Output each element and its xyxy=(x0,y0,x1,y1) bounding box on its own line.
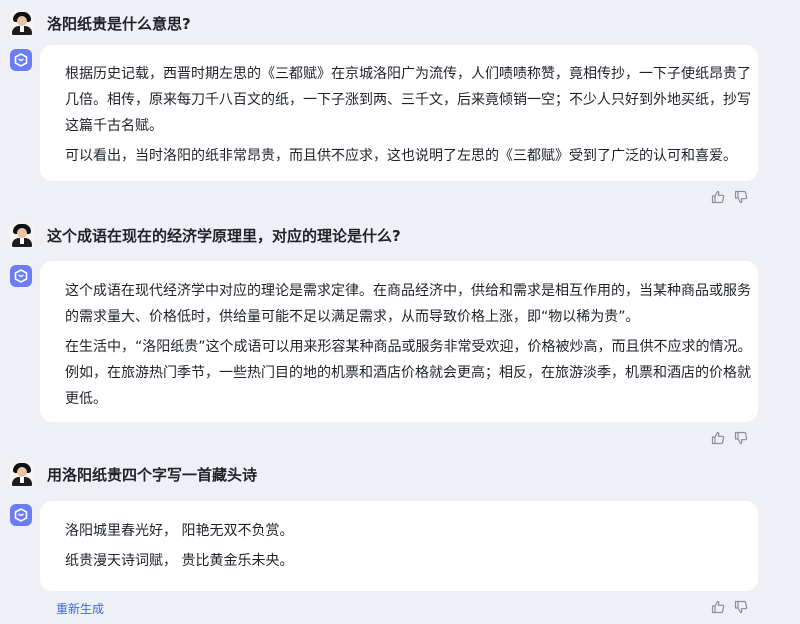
regenerate-button[interactable]: 重新生成 xyxy=(56,600,104,617)
feedback-buttons xyxy=(711,431,748,445)
question-text: 这个成语在现在的经济学原理里，对应的理论是什么? xyxy=(47,226,401,245)
question-text: 洛阳纸贵是什么意思? xyxy=(47,14,191,33)
question-row: 用洛阳纸贵四个字写一首藏头诗 xyxy=(10,461,257,487)
bot-icon xyxy=(10,265,32,287)
answer-card: 根据历史记载，西晋时期左思的《三都赋》在京城洛阳广为流传，人们啧啧称赞，竟相传抄… xyxy=(40,45,758,181)
thumb-down-icon[interactable] xyxy=(734,431,748,445)
question-text: 用洛阳纸贵四个字写一首藏头诗 xyxy=(47,465,258,484)
feedback-buttons xyxy=(711,600,748,614)
answer-line: 根据历史记载，西晋时期左思的《三都赋》在京城洛阳广为流传，人们啧啧称赞，竟相传抄… xyxy=(65,66,751,82)
poem-line: 洛阳城里春光好， 阳艳无双不负赏。 xyxy=(65,523,294,539)
poem-line: 纸贵漫天诗词赋， 贵比黄金乐未央。 xyxy=(65,553,294,569)
user-avatar xyxy=(10,11,34,35)
answer-line: 这个成语在现代经济学中对应的理论是需求定律。在商品经济中，供给和需求是相互作用的… xyxy=(65,283,751,299)
answer-line: 更低。 xyxy=(65,391,107,407)
answer-line: 可以看出，当时洛阳的纸非常昂贵，而且供不应求，这也说明了左思的《三都赋》受到了广… xyxy=(65,148,737,164)
answer-line: 在生活中，“洛阳纸贵”这个成语可以用来形容某种商品或服务非常受欢迎，价格被炒高，… xyxy=(65,339,752,355)
user-avatar xyxy=(10,462,34,486)
thumb-down-icon[interactable] xyxy=(734,190,748,204)
thumb-up-icon[interactable] xyxy=(711,600,725,614)
answer-line: 这篇千古名赋。 xyxy=(65,118,163,134)
answer-card: 洛阳城里春光好， 阳艳无双不负赏。 纸贵漫天诗词赋， 贵比黄金乐未央。 xyxy=(40,501,758,591)
question-row: 这个成语在现在的经济学原理里，对应的理论是什么? xyxy=(10,222,401,248)
question-row: 洛阳纸贵是什么意思? xyxy=(10,10,191,36)
bot-icon xyxy=(10,49,32,71)
answer-card: 这个成语在现代经济学中对应的理论是需求定律。在商品经济中，供给和需求是相互作用的… xyxy=(40,261,758,422)
feedback-buttons xyxy=(711,190,748,204)
user-avatar xyxy=(10,223,34,247)
answer-line: 的需求量大、价格低时，供给量可能不足以满足需求，从而导致价格上涨，即“物以稀为贵… xyxy=(65,309,640,325)
thumb-up-icon[interactable] xyxy=(711,190,725,204)
thumb-down-icon[interactable] xyxy=(734,600,748,614)
thumb-up-icon[interactable] xyxy=(711,431,725,445)
bot-icon xyxy=(10,504,32,526)
answer-line: 例如，在旅游热门季节，一些热门目的地的机票和酒店价格就会更高；相反，在旅游淡季，… xyxy=(65,365,751,381)
answer-line: 几倍。相传，原来每刀千八百文的纸，一下子涨到两、三千文，后来竟倾销一空；不少人只… xyxy=(65,92,751,108)
